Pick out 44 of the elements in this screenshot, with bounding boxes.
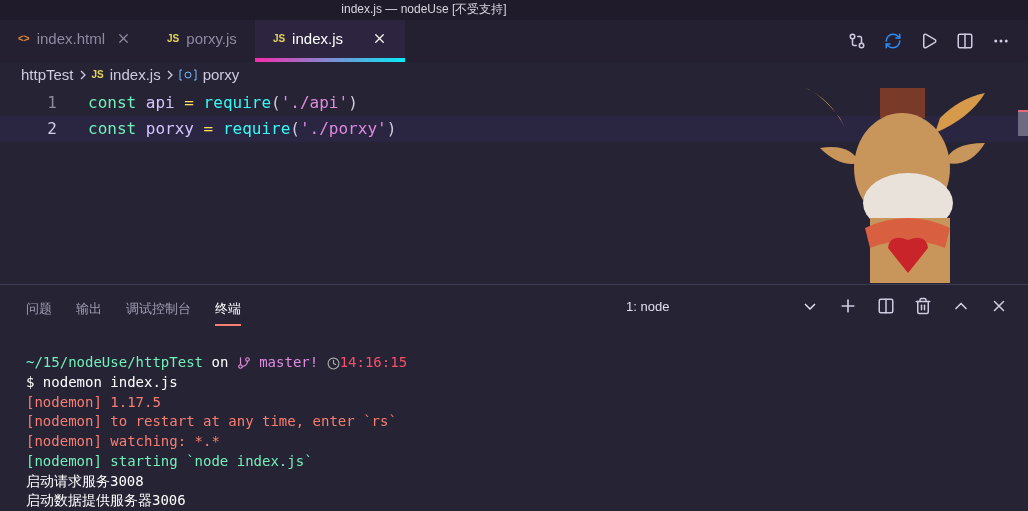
line-number: 2	[46, 119, 58, 138]
chevron-icon	[166, 69, 173, 80]
js-icon: JS	[272, 33, 286, 45]
compare-icon[interactable]	[848, 31, 866, 50]
variable-icon	[178, 68, 197, 81]
line-number: 1	[46, 93, 58, 112]
terminal-line: [nodemon] to restart at any time, enter `rs`	[26, 412, 398, 432]
breadcrumb-item[interactable]: httpTest	[21, 66, 74, 84]
breadcrumb-item[interactable]: JS index.js	[91, 66, 161, 84]
window-title: index.js — nodeUse [不受支持]	[0, 0, 1028, 20]
branch-icon	[236, 356, 251, 371]
chevron-down-icon	[804, 302, 816, 310]
clock-icon	[326, 356, 340, 370]
panel-tab[interactable]: 终端	[215, 294, 241, 327]
play-icon[interactable]	[920, 31, 938, 50]
branch-name: master!	[258, 353, 319, 373]
editor-tab[interactable]: JS index.js	[254, 19, 405, 62]
trash-icon[interactable]	[914, 297, 932, 316]
scrollbar[interactable]	[1018, 110, 1028, 136]
editor-tab[interactable]: JS porxy.js	[149, 19, 255, 62]
terminal-line: 启动数据提供服务器3006	[26, 491, 187, 511]
split-icon[interactable]	[877, 297, 895, 316]
panel-tab[interactable]: 输出	[76, 294, 102, 327]
chevron-icon	[79, 69, 86, 80]
js-icon: JS	[167, 33, 180, 45]
terminal-line: 启动请求服务3008	[26, 471, 145, 491]
code-line: const porxy = require('./porxy')	[88, 119, 397, 138]
terminal-line: $ nodemon index.js	[26, 373, 179, 393]
terminal-line: [nodemon] starting `node index.js`	[26, 451, 314, 471]
editor-tab[interactable]: <> index.html	[0, 19, 150, 62]
prompt-time: 14:16:15	[339, 353, 408, 373]
terminal-line: [nodemon] watching: *.*	[26, 432, 221, 452]
code-icon: <>	[18, 33, 30, 45]
sync-icon[interactable]	[884, 31, 902, 50]
js-icon: JS	[91, 69, 104, 81]
terminal-select[interactable]: 1: node	[626, 298, 816, 314]
prompt-text: on	[211, 353, 229, 373]
panel-tab[interactable]: 调试控制台	[126, 294, 191, 327]
code-line: const api = require('./api')	[88, 93, 358, 112]
split-icon[interactable]	[956, 31, 974, 50]
panel-tab[interactable]: 问题	[26, 294, 52, 327]
terminal-line: [nodemon] 1.17.5	[26, 392, 162, 412]
breadcrumb-item[interactable]: porxy	[178, 66, 240, 84]
prompt-path: ~/15/nodeUse/httpTest	[26, 353, 203, 373]
